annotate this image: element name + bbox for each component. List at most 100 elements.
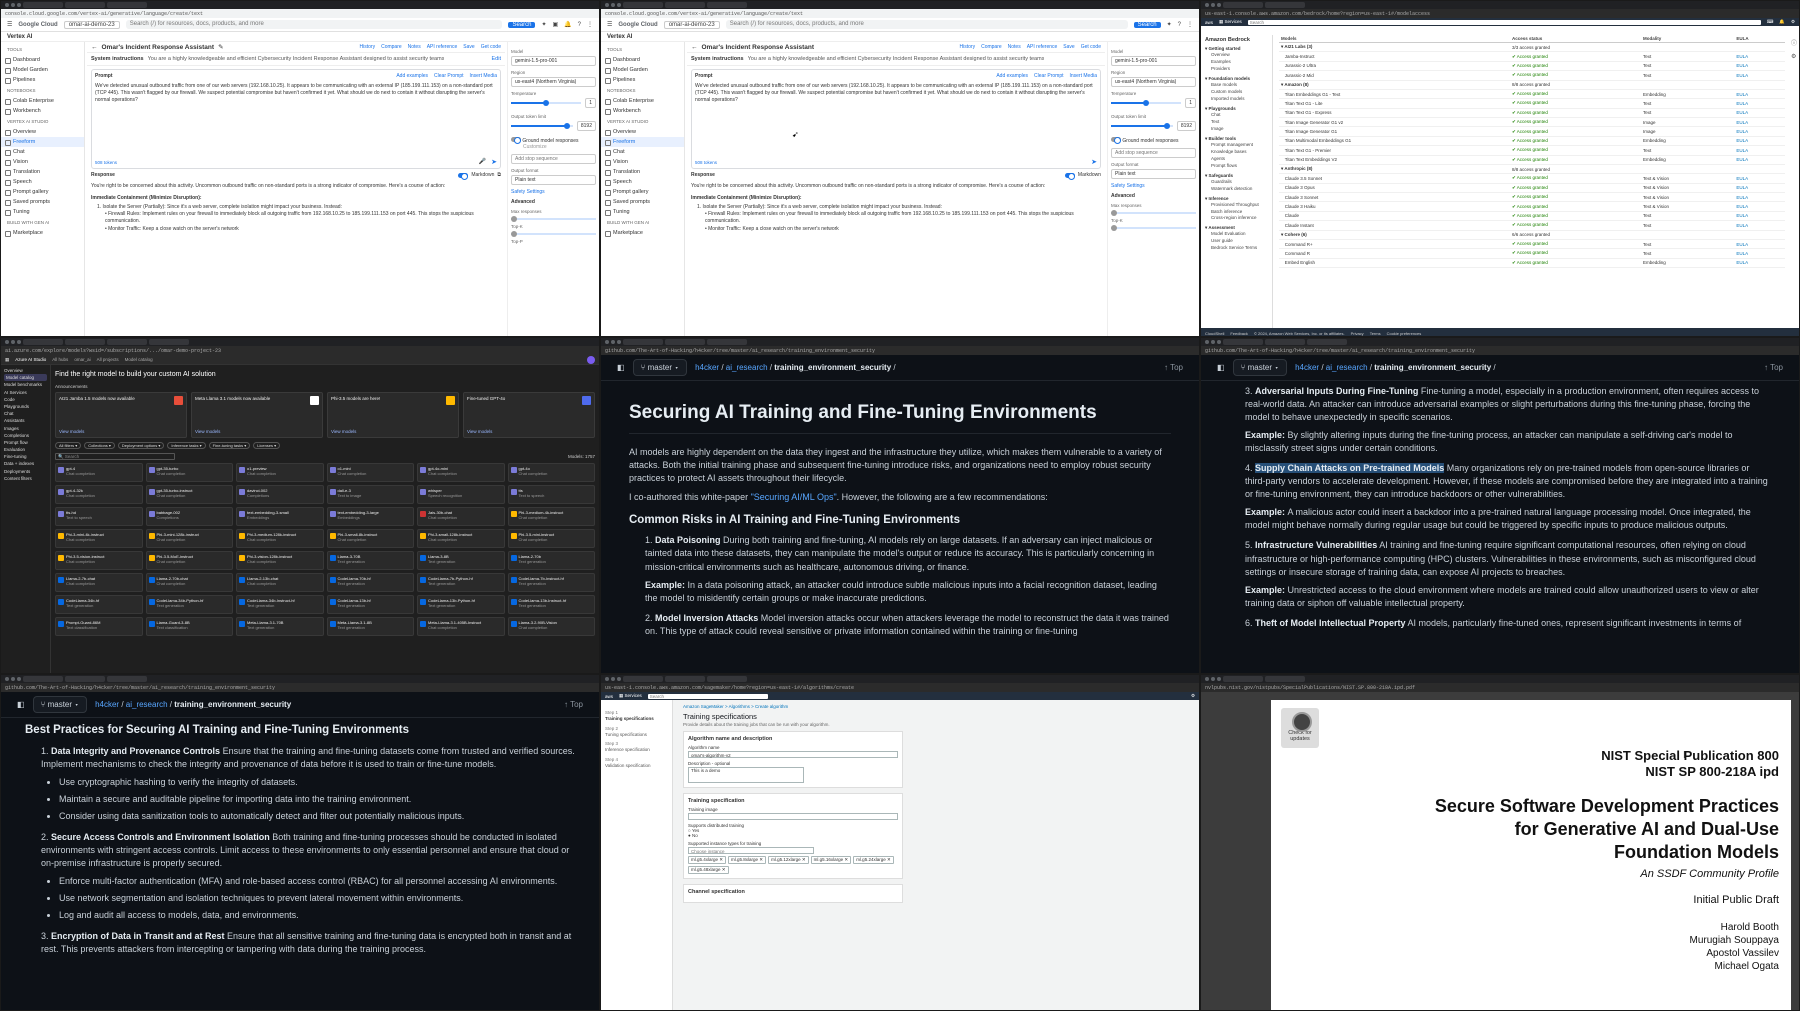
action-get-code[interactable]: Get code: [481, 44, 501, 50]
model-card[interactable]: Llama-3-70B Text generation: [326, 551, 414, 570]
breadcrumb-item[interactable]: All hubs: [52, 357, 68, 362]
column-header[interactable]: Models: [1279, 35, 1511, 43]
filter-chip[interactable]: Deployment options ▾: [117, 442, 165, 449]
sidebar-item-overview[interactable]: Overview: [601, 127, 684, 137]
settings-icon[interactable]: ⚙: [1191, 693, 1195, 699]
sidebar-item-evaluation[interactable]: Evaluation: [4, 446, 47, 453]
more-icon[interactable]: ⋮: [1187, 21, 1193, 28]
model-card[interactable]: gpt-4o Chat completion: [507, 463, 595, 482]
model-card[interactable]: text-embedding-3-small Embeddings: [236, 507, 324, 526]
help-icon[interactable]: ?: [1178, 22, 1181, 28]
column-header[interactable]: Access status: [1510, 35, 1642, 43]
sidebar-item-workbench[interactable]: Workbench: [601, 106, 684, 116]
provider-row[interactable]: ▾ Cohere (6) 6/6 access granted: [1279, 230, 1785, 240]
aws-search-input[interactable]: Search: [647, 693, 768, 699]
azure-brand[interactable]: Azure AI Studio: [15, 357, 46, 362]
model-card[interactable]: Meta-Llama-3.1-405B-Instruct Chat complet…: [417, 617, 505, 636]
model-select[interactable]: gemini-1.5-pro-001: [1111, 56, 1196, 66]
footer-item[interactable]: Feedback: [1230, 331, 1248, 336]
model-select[interactable]: gemini-1.5-pro-001: [511, 56, 596, 66]
sidebar-item-assistants[interactable]: Assistants: [4, 417, 47, 424]
sidebar-item-freeform[interactable]: Freeform: [601, 137, 684, 147]
sidebar-item-model-garden[interactable]: Model Garden: [1, 65, 84, 75]
output-format-select[interactable]: Plain text: [1111, 169, 1196, 179]
filter-chip[interactable]: All filters ▾: [55, 442, 82, 449]
sidebar-item-providers[interactable]: Providers: [1205, 66, 1268, 73]
sidebar-item-chat[interactable]: Chat: [1, 147, 84, 157]
announcement-card[interactable]: Phi-3.5 models are here! View models: [327, 392, 459, 438]
instance-chip[interactable]: ml.g5.12xlarge ✕: [768, 856, 809, 864]
sidebar-item-code[interactable]: Code: [4, 396, 47, 403]
max-responses-slider[interactable]: [1111, 210, 1196, 216]
grid-menu-icon[interactable]: ▦: [5, 357, 9, 363]
google-cloud-logo[interactable]: Google Cloud: [18, 22, 57, 28]
eula-link[interactable]: EULA: [1734, 258, 1785, 269]
sidebar-item-vision[interactable]: Vision: [601, 157, 684, 167]
branch-selector[interactable]: ⑂ master ▾: [1232, 359, 1288, 376]
model-card[interactable]: CodeLlama-34b-hf Text generation: [55, 595, 143, 614]
whitepaper-link[interactable]: "Securing AI/ML Ops": [751, 492, 837, 502]
sidebar-item-model-garden[interactable]: Model Garden: [601, 65, 684, 75]
model-card[interactable]: Phi-3.5-MoE-instruct Chat completion: [145, 551, 233, 570]
instance-chip[interactable]: ml.g5.48xlarge ✕: [688, 866, 729, 874]
sidebar-item-fine-tuning[interactable]: Fine-tuning: [4, 453, 47, 460]
model-card[interactable]: tts Text to speech: [507, 485, 595, 504]
system-instructions[interactable]: System instructions You are a highly kno…: [87, 53, 505, 66]
filter-chip[interactable]: Inference tasks ▾: [167, 442, 206, 449]
region-select[interactable]: us-east4 (Northern Virginia): [1111, 77, 1196, 87]
filter-chip[interactable]: Collections ▾: [84, 442, 115, 449]
model-card[interactable]: Llama-2-13b-chat Chat completion: [236, 573, 324, 592]
sidebar-item-overview[interactable]: Overview: [4, 367, 47, 374]
info-icon[interactable]: ⓘ: [1791, 38, 1797, 47]
aws-search-input[interactable]: Search: [1247, 19, 1761, 25]
sidebar-item-pipelines[interactable]: Pipelines: [601, 75, 684, 85]
safety-settings-link[interactable]: Safety Settings: [1111, 183, 1196, 189]
sidebar-item-dashboard[interactable]: Dashboard: [1, 55, 84, 65]
eula-link[interactable]: EULA: [1734, 61, 1785, 72]
submit-icon[interactable]: ➤: [491, 158, 497, 166]
owner-link[interactable]: h4cker: [1295, 363, 1319, 372]
model-card[interactable]: o1-mini Chat completion: [326, 463, 414, 482]
terminal-icon[interactable]: ▣: [553, 21, 559, 28]
action-notes[interactable]: Notes: [408, 44, 421, 50]
algorithm-name-input[interactable]: omar's-algorithm-v2: [688, 751, 898, 758]
prompt-text[interactable]: We've detected unusual outbound traffic …: [695, 83, 1097, 104]
tool-clear-prompt[interactable]: Clear Prompt: [434, 73, 463, 79]
top-button[interactable]: ↑ Top: [1764, 363, 1783, 372]
sidebar-item-provisioned-throughput[interactable]: Provisioned Throughput: [1205, 202, 1268, 209]
region-select[interactable]: us-east4 (Northern Virginia): [511, 77, 596, 87]
instance-chip[interactable]: ml.g5.8xlarge ✕: [728, 856, 767, 864]
menu-icon[interactable]: ☰: [7, 21, 12, 28]
eula-link[interactable]: EULA: [1734, 70, 1785, 81]
notifications-icon[interactable]: 🔔: [564, 21, 571, 28]
stop-sequence-input[interactable]: Add stop sequence: [1111, 148, 1196, 158]
sidebar-item-tuning[interactable]: Tuning: [601, 207, 684, 217]
sidebar-item-prompt-gallery[interactable]: Prompt gallery: [601, 187, 684, 197]
view-models-link[interactable]: View models: [467, 429, 492, 434]
model-row[interactable]: Claude Instant ✔ Access granted Text EULA: [1279, 220, 1785, 231]
aws-logo[interactable]: aws: [1205, 20, 1213, 25]
tool-clear-prompt[interactable]: Clear Prompt: [1034, 73, 1063, 79]
action-compare[interactable]: Compare: [981, 44, 1002, 50]
model-card[interactable]: Phi-3.5-mini-instruct Chat completion: [507, 529, 595, 548]
announcement-card[interactable]: Fine-tuned GPT-4o View models: [463, 392, 595, 438]
sidebar-item-chat[interactable]: Chat: [601, 147, 684, 157]
model-card[interactable]: gpt-4-32k Chat completion: [55, 485, 143, 504]
view-models-link[interactable]: View models: [59, 429, 84, 434]
model-card[interactable]: davinci-002 Completions: [236, 485, 324, 504]
sidebar-item-marketplace[interactable]: Marketplace: [1, 228, 84, 238]
sidebar-item-overview[interactable]: Overview: [1205, 52, 1268, 59]
model-card[interactable]: Jais-30b-chat Chat completion: [417, 507, 505, 526]
sidebar-item-deployments[interactable]: Deployments: [4, 468, 47, 475]
model-card[interactable]: gpt-35-turbo Chat completion: [145, 463, 233, 482]
sidebar-item-model-catalog[interactable]: Model catalog: [4, 374, 47, 382]
topk-slider[interactable]: [1111, 225, 1196, 231]
footer-item[interactable]: CloudShell: [1205, 331, 1224, 336]
prompt-box[interactable]: Prompt Add examples Clear Prompt Insert Med…: [691, 69, 1101, 169]
model-row[interactable]: Claude 3 Sonnet ✔ Access granted Text & Vi…: [1279, 192, 1785, 203]
provider-row[interactable]: ▾ Anthropic (8) 8/8 access granted: [1279, 164, 1785, 175]
description-textarea[interactable]: This is a demo: [688, 767, 804, 783]
sidebar-item-pipelines[interactable]: Pipelines: [1, 75, 84, 85]
model-card[interactable]: o1-preview Chat completion: [236, 463, 324, 482]
distributed-no-radio[interactable]: ● No: [688, 833, 898, 838]
